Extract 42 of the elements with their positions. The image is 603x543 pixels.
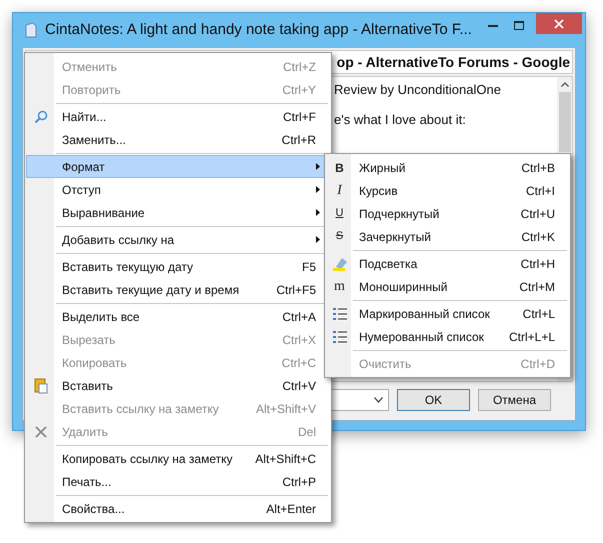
strikethrough-icon: S xyxy=(336,231,344,242)
window-title: CintaNotes: A light and handy note taking app - AlternativeTo F... xyxy=(45,20,473,40)
italic-icon: I xyxy=(337,184,342,198)
menu-item[interactable]: Найти... Ctrl+F xyxy=(26,105,330,128)
note-text-line: Review by UnconditionalOne xyxy=(334,81,502,99)
cross-icon xyxy=(35,426,47,438)
menu-item[interactable]: m Моноширинный Ctrl+M xyxy=(326,275,569,298)
dialog-button[interactable]: OK xyxy=(397,389,470,411)
search-icon xyxy=(34,110,48,124)
submenu-arrow-icon xyxy=(316,186,320,193)
highlighter-icon xyxy=(332,256,348,272)
monospace-icon: m xyxy=(334,280,345,294)
submenu-arrow-icon xyxy=(316,236,320,243)
close-icon xyxy=(554,18,564,28)
menu-item[interactable]: Маркированный список Ctrl+L xyxy=(326,302,569,325)
menu-item[interactable]: Вставить Ctrl+V xyxy=(26,374,330,397)
menu-item[interactable]: U Подчеркнутый Ctrl+U xyxy=(326,202,569,225)
bold-icon: B xyxy=(335,162,344,174)
menu-item[interactable]: Печать... Ctrl+P xyxy=(26,470,330,493)
maximize-icon xyxy=(514,20,524,30)
menu-item[interactable]: I Курсив Ctrl+I xyxy=(326,179,569,202)
dialog-button[interactable]: Отмена xyxy=(478,389,551,411)
app-icon xyxy=(24,22,38,38)
menu-item[interactable]: Свойства... Alt+Enter xyxy=(26,497,330,520)
underline-icon: U xyxy=(336,208,344,219)
menu-item[interactable]: Нумерованный список Ctrl+L+L xyxy=(326,325,569,348)
menu-item[interactable]: Заменить... Ctrl+R xyxy=(26,128,330,151)
minimize-icon xyxy=(488,24,498,26)
menu-item[interactable]: Подсветка Ctrl+H xyxy=(326,252,569,275)
numbered-list-icon xyxy=(332,330,346,342)
scroll-up-icon xyxy=(560,82,568,87)
chevron-down-icon xyxy=(374,397,383,403)
close-button[interactable] xyxy=(536,13,582,34)
note-text-line: e's what I love about it: xyxy=(334,110,467,128)
clipboard-icon xyxy=(34,378,48,394)
bullet-list-icon xyxy=(332,308,346,320)
submenu-arrow-icon xyxy=(316,209,320,216)
menu-item[interactable]: Копировать ссылку на заметку Alt+Shift+C xyxy=(26,447,330,470)
submenu-arrow-icon xyxy=(316,163,320,170)
menu-item[interactable]: S Зачеркнутый Ctrl+K xyxy=(326,225,569,248)
note-title: op - AlternativeTo Forums - Google xyxy=(336,52,570,72)
scroll-thumb xyxy=(558,92,570,152)
